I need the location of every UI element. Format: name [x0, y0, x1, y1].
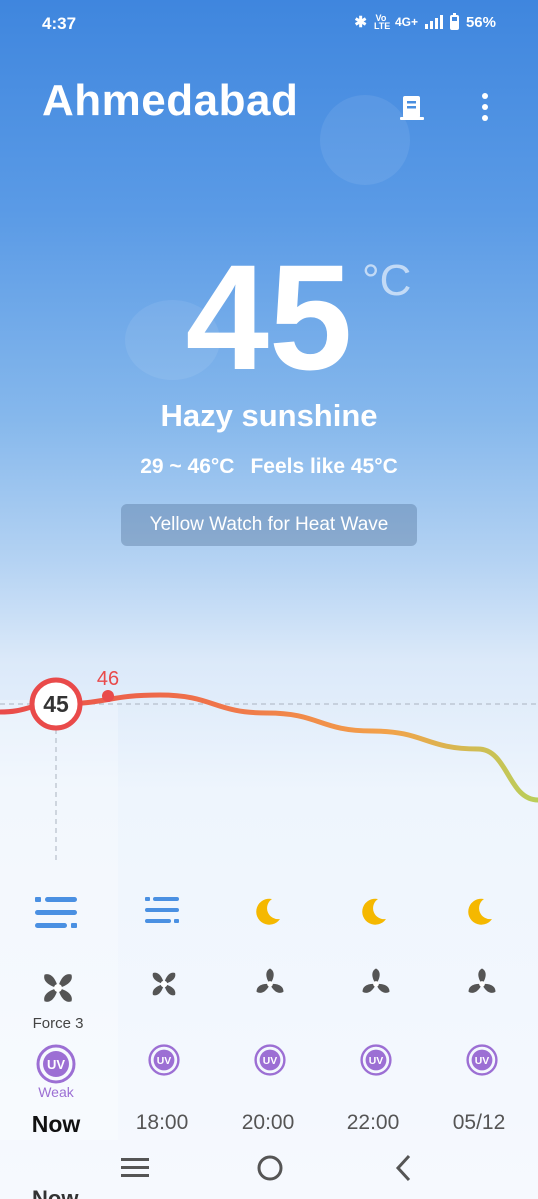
city-list-button[interactable]: [399, 93, 425, 123]
uv-cell: UV: [321, 1044, 431, 1076]
city-list-icon: [400, 96, 424, 120]
hourly-uv-row: UV Weak UV UV UV UV: [0, 1044, 538, 1104]
uv-icon: UV: [254, 1044, 286, 1076]
network-label: 4G+: [394, 15, 418, 29]
feels-like: Feels like 45°C: [250, 455, 398, 478]
hourly-temperature-chart: 46 45: [0, 668, 538, 860]
haze-icon: [1, 895, 111, 931]
moon-icon: [212, 895, 322, 929]
uv-cell: UV: [109, 1044, 219, 1076]
fan-icon: [44, 974, 72, 1002]
system-nav-bar: [0, 1148, 538, 1188]
wind-cell: [321, 966, 431, 1002]
recent-apps-button[interactable]: [121, 1157, 149, 1184]
time-label-now[interactable]: Now: [1, 1111, 111, 1138]
moon-icon: [424, 895, 534, 929]
weather-alert-button[interactable]: Yellow Watch for Heat Wave: [121, 504, 417, 546]
fan-icon: [152, 972, 176, 996]
menu-icon: [121, 1158, 149, 1177]
hourly-time-row: Now 18:00 20:00 22:00 05/12: [0, 1111, 538, 1141]
moon-icon: [318, 895, 428, 929]
uv-cell: UV: [427, 1044, 537, 1076]
ghost-time: Now: [32, 1186, 79, 1199]
fan-icon: [256, 968, 284, 993]
more-options-button[interactable]: [474, 93, 496, 125]
status-time: 4:37: [42, 14, 77, 33]
current-temp-marker-label: 45: [43, 691, 69, 717]
weather-condition: Hazy sunshine: [160, 398, 378, 433]
haze-icon: [107, 895, 217, 925]
bluetooth-icon: ✱: [354, 14, 367, 31]
max-temp-dot: [102, 690, 114, 702]
uv-icon: UV: [148, 1044, 180, 1076]
uv-cell: UV: [215, 1044, 325, 1076]
svg-text:UV: UV: [263, 1056, 278, 1067]
battery-icon: [449, 12, 459, 30]
back-button[interactable]: [394, 1154, 412, 1187]
uv-level-label: Weak: [38, 1084, 74, 1100]
hourly-weather-icons: [0, 895, 538, 935]
dot: [482, 104, 488, 110]
time-label[interactable]: 18:00: [107, 1111, 217, 1135]
back-chevron-icon: [395, 1154, 411, 1182]
wind-cell: Force 3: [3, 966, 113, 1032]
uv-cell: UV Weak: [1, 1044, 111, 1100]
svg-text:UV: UV: [369, 1056, 384, 1067]
uv-icon: UV: [360, 1044, 392, 1076]
wind-cell: [215, 966, 325, 1002]
signal-icon: [424, 15, 443, 29]
max-temp-label: 46: [97, 668, 119, 690]
temperature-unit: °C: [362, 256, 412, 305]
svg-text:UV: UV: [475, 1056, 490, 1067]
time-label[interactable]: 05/12: [424, 1111, 534, 1135]
time-label[interactable]: 20:00: [213, 1111, 323, 1135]
battery-percent: 56%: [465, 13, 496, 31]
status-bar-right: ✱ Vo LTE 4G+ 56%: [354, 12, 496, 31]
wind-cell: [109, 966, 219, 1002]
current-temperature: 45: [185, 233, 353, 401]
svg-text:UV: UV: [47, 1057, 65, 1072]
temperature-summary: 29 ~ 46°C Feels like 45°C: [0, 455, 538, 479]
home-circle-icon: [257, 1155, 283, 1181]
volte-icon: Vo LTE: [373, 13, 391, 31]
temp-range: 29 ~ 46°C: [140, 455, 235, 478]
wind-cell: [427, 966, 537, 1002]
fan-icon: [362, 968, 390, 993]
svg-text:UV: UV: [157, 1056, 172, 1067]
dot: [482, 93, 488, 99]
fan-icon: [468, 968, 496, 993]
time-label[interactable]: 22:00: [318, 1111, 428, 1135]
uv-icon: UV: [466, 1044, 498, 1076]
hourly-wind-row: Force 3: [0, 966, 538, 1036]
haze-decoration: [320, 95, 410, 185]
city-title[interactable]: Ahmedabad: [42, 76, 298, 126]
partial-row-cutoff: Now: [0, 1186, 538, 1199]
uv-icon: UV: [36, 1044, 76, 1084]
home-button[interactable]: [256, 1154, 284, 1187]
wind-force-label: Force 3: [32, 1015, 84, 1032]
dot: [482, 115, 488, 121]
